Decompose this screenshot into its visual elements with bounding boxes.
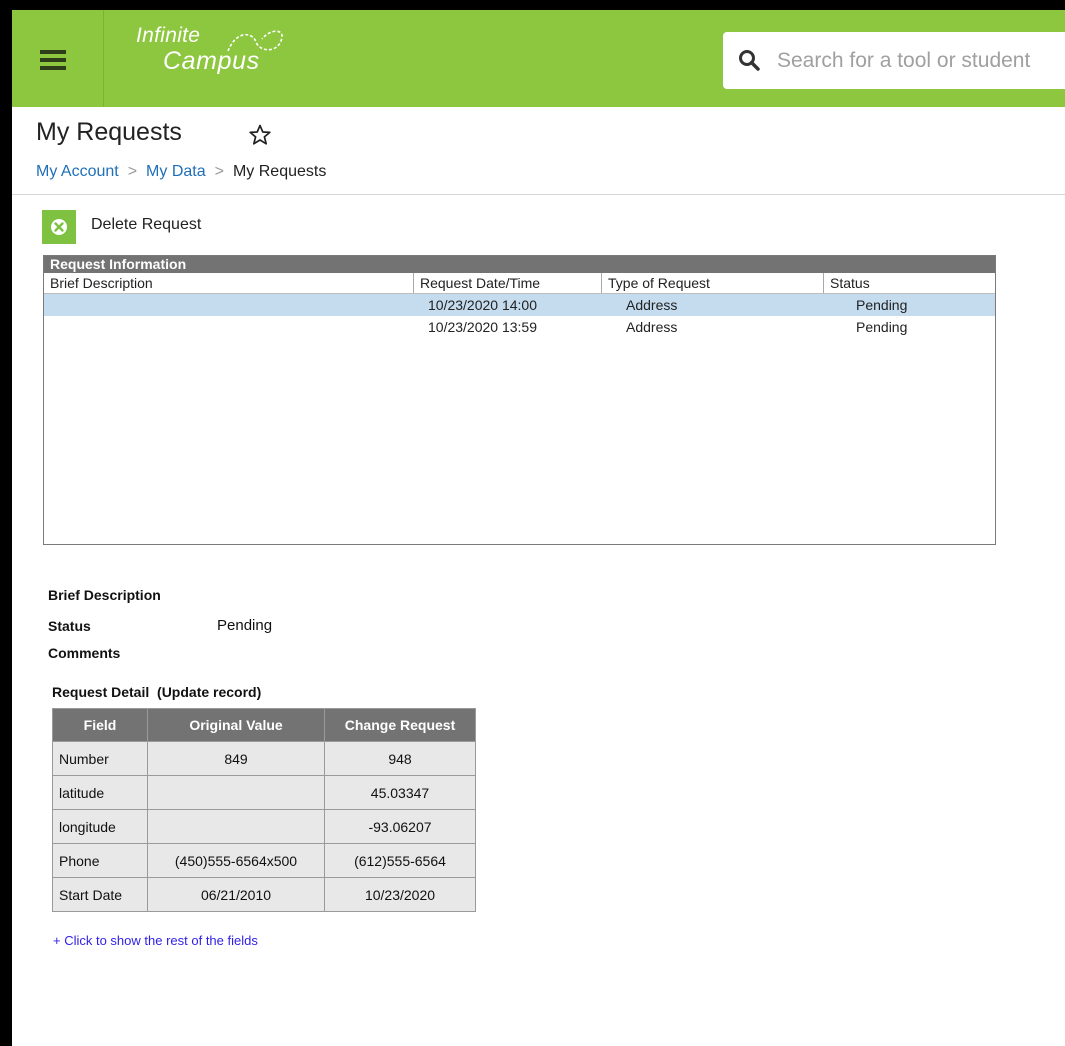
star-icon[interactable]: [249, 124, 271, 146]
header-change-request: Change Request: [324, 708, 476, 742]
column-status[interactable]: Status: [824, 273, 995, 293]
request-row[interactable]: 10/23/2020 13:59 Address Pending: [44, 316, 995, 338]
breadcrumb-my-data[interactable]: My Data: [146, 163, 206, 180]
field-name: latitude: [52, 775, 148, 810]
logo-line-1: Infinite: [136, 24, 201, 47]
row-status: Pending: [856, 297, 908, 313]
table-row: Number 849 948: [52, 741, 476, 776]
table-row: latitude 45.03347: [52, 775, 476, 810]
breadcrumb-current: My Requests: [232, 163, 327, 180]
field-name: Number: [52, 741, 148, 776]
row-datetime: 10/23/2020 14:00: [428, 297, 537, 313]
column-brief-description[interactable]: Brief Description: [44, 273, 414, 293]
comments-label: Comments: [48, 645, 121, 661]
table-row: longitude -93.06207: [52, 809, 476, 844]
original-value: [147, 775, 325, 810]
change-value: 10/23/2020: [324, 877, 476, 912]
column-request-datetime[interactable]: Request Date/Time: [414, 273, 602, 293]
status-label: Status: [48, 618, 91, 634]
field-name: Phone: [52, 843, 148, 878]
column-type-of-request[interactable]: Type of Request: [602, 273, 824, 293]
detail-table-header: Field Original Value Change Request: [52, 708, 476, 742]
original-value: 849: [147, 741, 325, 776]
delete-request-label[interactable]: Delete Request: [91, 216, 201, 234]
search-icon[interactable]: [738, 49, 760, 71]
page-title: My Requests: [36, 118, 182, 146]
table-row: Phone (450)555-6564x500 (612)555-6564: [52, 843, 476, 878]
header-field: Field: [52, 708, 148, 742]
request-table-header: Brief Description Request Date/Time Type…: [44, 273, 995, 294]
delete-icon-box[interactable]: [42, 210, 76, 244]
header-original-value: Original Value: [147, 708, 325, 742]
change-value: -93.06207: [324, 809, 476, 844]
field-name: Start Date: [52, 877, 148, 912]
app-frame: Infinite Campus My Requests My Account>M…: [12, 10, 1065, 1046]
row-type: Address: [626, 297, 678, 313]
breadcrumb-my-account[interactable]: My Account: [36, 163, 119, 180]
row-datetime: 10/23/2020 13:59: [428, 319, 537, 335]
search-input[interactable]: [775, 45, 1065, 77]
show-more-fields-link[interactable]: + Click to show the rest of the fields: [53, 933, 258, 948]
header-divider: [12, 194, 1065, 195]
search-box[interactable]: [723, 32, 1065, 89]
row-type: Address: [626, 319, 678, 335]
field-name: longitude: [52, 809, 148, 844]
row-status: Pending: [856, 319, 908, 335]
request-detail-table: Field Original Value Change Request Numb…: [52, 708, 476, 912]
request-detail-caption: Request Detail (Update record): [52, 684, 262, 700]
logo-line-2: Campus: [163, 47, 260, 75]
request-information-panel: Request Information Brief Description Re…: [43, 255, 996, 545]
original-value: 06/21/2010: [147, 877, 325, 912]
hamburger-menu-icon[interactable]: [12, 10, 104, 107]
breadcrumb-separator: >: [127, 163, 138, 180]
table-row: Start Date 06/21/2010 10/23/2020: [52, 877, 476, 912]
change-value: (612)555-6564: [324, 843, 476, 878]
change-value: 45.03347: [324, 775, 476, 810]
breadcrumb: My Account > My Data > My Requests: [36, 163, 326, 181]
breadcrumb-separator: >: [214, 163, 224, 180]
original-value: (450)555-6564x500: [147, 843, 325, 878]
brief-description-label: Brief Description: [48, 587, 161, 603]
status-value: Pending: [217, 617, 273, 634]
request-row[interactable]: 10/23/2020 14:00 Address Pending: [44, 294, 995, 316]
change-value: 948: [324, 741, 476, 776]
infinite-campus-logo[interactable]: Infinite Campus: [136, 24, 296, 94]
top-bar: Infinite Campus: [12, 10, 1065, 107]
request-information-title: Request Information: [44, 256, 995, 273]
close-circle-icon: [51, 219, 67, 235]
original-value: [147, 809, 325, 844]
